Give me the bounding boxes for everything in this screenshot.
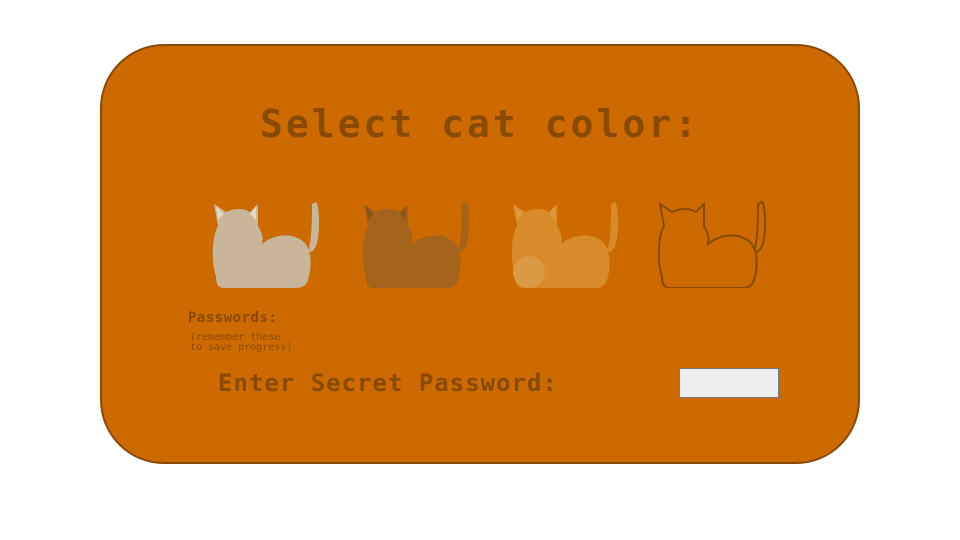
enter-password-label: Enter Secret Password: [218, 369, 558, 397]
cat-option-brown[interactable] [358, 196, 476, 288]
game-stage: Select cat color: Passwords: (remember t… [0, 0, 960, 540]
cat-option-outline[interactable] [654, 196, 772, 288]
cat-option-cream[interactable] [208, 196, 326, 288]
cat-option-ginger[interactable] [507, 196, 625, 288]
brown-cat-icon [362, 202, 469, 288]
cat-select-panel: Select cat color: Passwords: (remember t… [100, 44, 860, 464]
ginger-cat-icon [511, 202, 618, 288]
password-input[interactable] [679, 368, 779, 398]
outline-cat-icon [657, 200, 766, 288]
passwords-hint: (remember these to save progress) [190, 332, 293, 353]
page-title: Select cat color: [260, 102, 700, 146]
passwords-label: Passwords: [188, 310, 278, 326]
cream-cat-icon [212, 202, 319, 288]
